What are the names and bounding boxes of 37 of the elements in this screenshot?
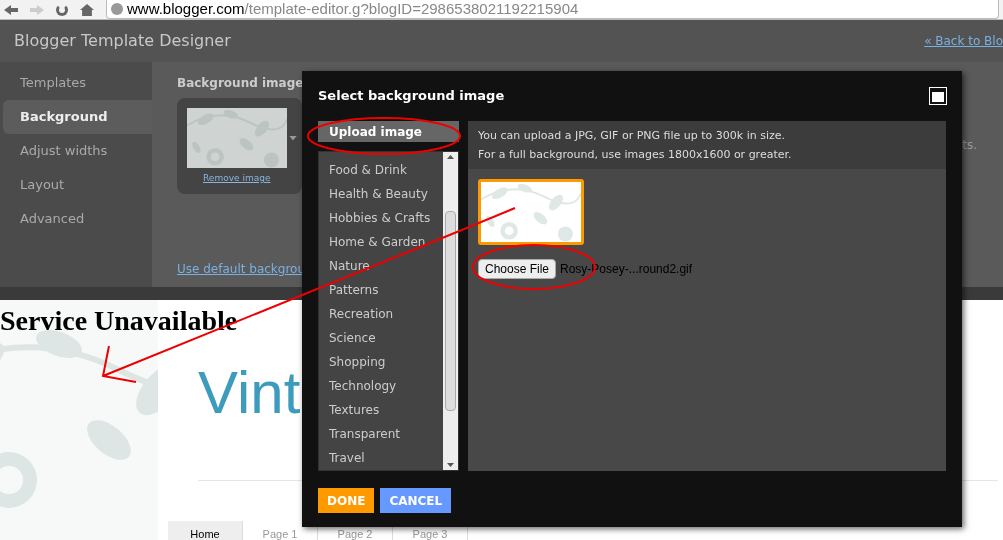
choose-file-button[interactable]: Choose File <box>478 259 557 279</box>
category-item[interactable]: Hobbies & Crafts <box>329 206 431 230</box>
address-field[interactable]: www.blogger.com/template-editor.g?blogID=2986538021192215904 <box>106 0 999 19</box>
category-item[interactable]: Technology <box>329 374 397 398</box>
back-link[interactable]: « Back to Blo <box>924 32 1003 50</box>
category-item[interactable]: Nature <box>329 254 370 278</box>
sidebar-item[interactable]: Adjust widths <box>3 134 152 168</box>
reload-icon[interactable] <box>56 4 68 16</box>
sidebar-item[interactable]: Background <box>3 100 152 134</box>
scrollbar[interactable] <box>443 152 458 470</box>
error-heading: Service Unavailable <box>0 304 238 338</box>
category-item[interactable]: Home & Garden <box>329 230 426 254</box>
category-item[interactable]: Patterns <box>329 278 379 302</box>
blog-title: Vint <box>198 358 301 428</box>
info-text: For a full background, use images 1800x1600 or greater. <box>478 147 793 163</box>
category-item[interactable]: Science <box>329 326 376 350</box>
category-item[interactable]: Transparent <box>329 422 401 446</box>
category-item[interactable]: Food & Drink <box>329 158 407 182</box>
back-icon[interactable] <box>4 5 18 15</box>
info-text: You can upload a JPG, GIF or PNG file up to 300k in size. <box>478 128 786 144</box>
section-label: Background image <box>177 75 305 92</box>
dialog-title: Select background image <box>318 87 505 106</box>
home-icon[interactable] <box>80 4 94 16</box>
sidebar-item[interactable]: Layout <box>3 168 152 202</box>
remove-image-link[interactable]: Remove image <box>203 172 271 186</box>
upload-image-tab[interactable]: Upload image <box>318 121 459 142</box>
page-tab[interactable]: Home <box>168 521 243 540</box>
category-item[interactable]: Travel <box>329 446 365 470</box>
category-item[interactable]: Recreation <box>329 302 394 326</box>
description-text: ts. <box>962 137 977 154</box>
category-item[interactable]: Textures <box>329 398 380 422</box>
category-item[interactable]: Shopping <box>329 350 386 374</box>
sidebar-item[interactable]: Templates <box>3 66 152 100</box>
sidebar-item[interactable]: Advanced <box>3 202 152 236</box>
app-title: Blogger Template Designer <box>14 30 231 52</box>
caret-icon[interactable] <box>289 135 297 141</box>
category-item[interactable]: Health & Beauty <box>329 182 428 206</box>
